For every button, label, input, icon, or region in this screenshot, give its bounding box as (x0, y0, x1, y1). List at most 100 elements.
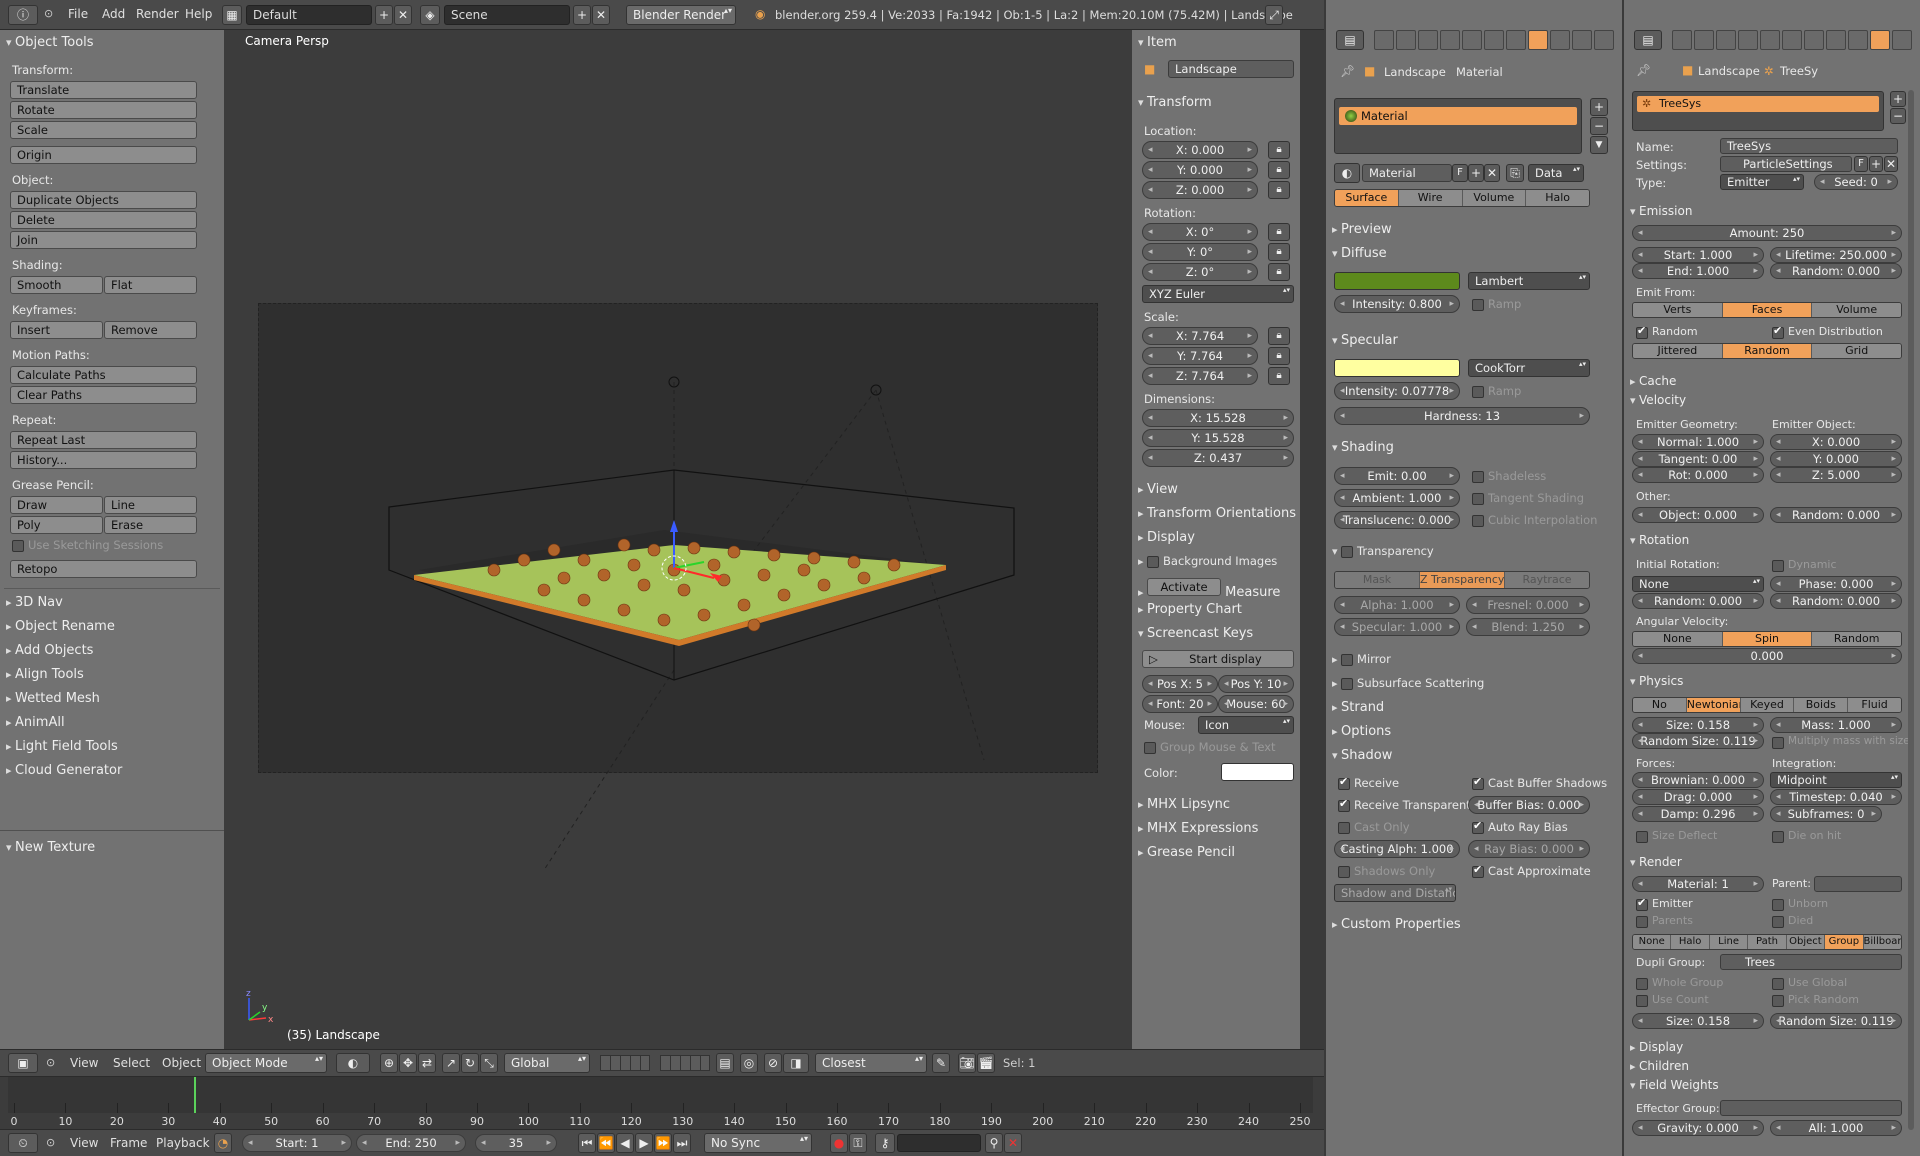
rotate-button[interactable]: Rotate (10, 101, 197, 119)
manipulator-toggle-icon[interactable]: ✥ (399, 1053, 417, 1073)
keying-icon[interactable]: ⚷ (875, 1133, 895, 1153)
size-deflect-checkbox[interactable]: Size Deflect (1636, 829, 1717, 843)
scale-manipulator-icon[interactable]: ⤡ (480, 1053, 498, 1073)
data-tab-icon[interactable] (1804, 30, 1824, 50)
unlink-settings-button[interactable]: ✕ (1884, 156, 1898, 172)
particle-system-list[interactable]: TreeSys ✲ (1632, 91, 1884, 131)
property-chart-panel[interactable]: Property Chart (1138, 602, 1242, 617)
pos-y-field[interactable]: Pos Y: 10 (1218, 675, 1294, 693)
tangent-velocity-field[interactable]: Tangent: 0.00 (1632, 451, 1764, 467)
diffuse-color-swatch[interactable] (1334, 272, 1460, 290)
emit-field[interactable]: Emit: 0.00 (1334, 467, 1460, 485)
object-velocity-y[interactable]: Y: 0.000 (1770, 451, 1902, 467)
editor-type-icon[interactable]: ▣ (8, 1053, 38, 1073)
draw-button[interactable]: Draw (10, 496, 103, 514)
tab-billboard[interactable]: Billboard (1863, 935, 1901, 949)
subframes-field[interactable]: Subframes: 0 (1770, 806, 1882, 822)
sync-mode-dropdown[interactable]: No Sync (704, 1133, 812, 1153)
cubic-interpolation-checkbox[interactable]: Cubic Interpolation (1472, 513, 1597, 527)
tab-group[interactable]: Group (1825, 935, 1864, 949)
measure-panel[interactable]: Activate Measure (1138, 578, 1280, 600)
random-size-field[interactable]: Random Size: 0.119 (1632, 733, 1764, 749)
lock-icon[interactable]: 🔒︎ (1268, 347, 1290, 365)
particles-tab-icon[interactable] (1870, 30, 1890, 50)
tangent-rotation-field[interactable]: Rot: 0.000 (1632, 467, 1764, 483)
auto-ray-bias-checkbox[interactable]: Auto Ray Bias (1472, 819, 1568, 834)
modifiers-tab-icon[interactable] (1484, 30, 1504, 50)
custom-properties-panel[interactable]: Custom Properties (1332, 917, 1461, 932)
receive-transparent-checkbox[interactable]: Receive Transparent (1338, 797, 1471, 812)
panel-add-objects[interactable]: Add Objects (6, 643, 93, 658)
editor-type-icon[interactable]: ⓘ (8, 5, 38, 25)
shading-header[interactable]: Shading (1332, 440, 1394, 455)
line-button[interactable]: Line (104, 496, 197, 514)
sss-panel[interactable]: Subsurface Scattering (1332, 676, 1484, 691)
poly-button[interactable]: Poly (10, 516, 103, 534)
particles-tab-icon[interactable] (1572, 30, 1592, 50)
tab-line[interactable]: Line (1709, 935, 1749, 949)
tab-fluid[interactable]: Fluid (1848, 698, 1901, 712)
color-swatch[interactable] (1221, 763, 1294, 781)
viewport-shading-icon[interactable]: ◐ (336, 1053, 370, 1073)
dimension-y[interactable]: Y: 15.528 (1142, 429, 1294, 447)
jump-end-icon[interactable]: ⏭ (673, 1133, 691, 1153)
record-icon[interactable]: ● (830, 1133, 848, 1153)
scale-z[interactable]: Z: 7.764 (1142, 367, 1258, 385)
mhx-lipsync-panel[interactable]: MHX Lipsync (1138, 797, 1230, 812)
tab-surface[interactable]: Surface (1335, 190, 1399, 206)
cache-panel[interactable]: Cache (1630, 374, 1676, 388)
tab-halo[interactable]: Halo (1671, 935, 1710, 949)
pin-icon[interactable]: 📌︎ (1340, 64, 1355, 78)
location-x[interactable]: X: 0.000 (1142, 141, 1258, 159)
pin-icon[interactable]: 📌︎ (1636, 63, 1651, 77)
whole-group-checkbox[interactable]: Whole Group (1636, 976, 1723, 990)
transparency-method-tabs[interactable]: Mask Z Transparency Raytrace (1334, 571, 1590, 589)
preview-range-icon[interactable]: ◔ (214, 1133, 232, 1153)
parents-checkbox[interactable]: Parents (1636, 914, 1693, 928)
field-weights-header[interactable]: Field Weights (1630, 1078, 1719, 1092)
physics-tab-icon[interactable] (1892, 30, 1912, 50)
lifetime-random-field[interactable]: Random: 0.000 (1770, 263, 1902, 279)
remove-system-button[interactable]: − (1890, 108, 1906, 124)
insert-key-icon[interactable]: ⚲ (985, 1133, 1003, 1153)
menu-frame[interactable]: Frame (110, 1136, 147, 1150)
use-global-checkbox[interactable]: Use Global (1772, 976, 1847, 990)
translucency-field[interactable]: Translucenc: 0.000 (1334, 511, 1460, 529)
velocity-random-field[interactable]: Random: 0.000 (1770, 507, 1902, 523)
lifetime-field[interactable]: Lifetime: 250.000 (1770, 247, 1902, 263)
receive-checkbox[interactable]: Receive (1338, 775, 1399, 790)
mass-field[interactable]: Mass: 1.000 (1770, 717, 1902, 733)
object-name-field[interactable]: Landscape (1168, 60, 1294, 78)
tab-raytrace[interactable]: Raytrace (1505, 572, 1589, 588)
transform-orientations-panel[interactable]: Transform Orientations (1138, 506, 1296, 521)
buffer-bias-field[interactable]: Buffer Bias: 0.000 (1468, 796, 1590, 814)
casting-alpha-field[interactable]: Casting Alph: 1.000 (1334, 840, 1460, 858)
die-on-hit-checkbox[interactable]: Die on hit (1772, 829, 1841, 843)
world-tab-icon[interactable] (1716, 30, 1736, 50)
shadow-header[interactable]: Shadow (1332, 748, 1392, 763)
tab-newtonian[interactable]: Newtonian (1686, 698, 1741, 712)
preview-panel[interactable]: Preview (1332, 222, 1392, 237)
cast-approximate-checkbox[interactable]: Cast Approximate (1472, 863, 1591, 878)
fake-user-button[interactable]: F (1452, 164, 1468, 182)
add-scene-button[interactable]: + (573, 5, 591, 25)
diffuse-intensity[interactable]: Intensity: 0.800 (1334, 295, 1460, 313)
children-panel[interactable]: Children (1630, 1059, 1689, 1073)
scale-y[interactable]: Y: 7.764 (1142, 347, 1258, 365)
particle-system-slot[interactable]: TreeSys (1637, 96, 1879, 112)
tab-spin[interactable]: Spin (1722, 632, 1813, 646)
remove-layout-button[interactable]: ✕ (394, 5, 412, 25)
align-rotation-icon[interactable]: ✎ (932, 1053, 950, 1073)
tab-path[interactable]: Path (1748, 935, 1787, 949)
grease-pencil-panel[interactable]: Grease Pencil (1138, 845, 1235, 860)
particle-name-field[interactable]: TreeSys (1720, 138, 1898, 154)
tab-keyed[interactable]: Keyed (1740, 698, 1795, 712)
physics-header[interactable]: Physics (1630, 674, 1683, 688)
random-checkbox[interactable]: Random (1636, 324, 1698, 339)
insert-keyframe-button[interactable]: Insert (10, 321, 103, 339)
proportional-edit-icon[interactable]: ◎ (740, 1053, 758, 1073)
retopo-button[interactable]: Retopo (10, 560, 197, 578)
specular-intensity[interactable]: Intensity: 0.07778 (1334, 382, 1460, 400)
new-settings-button[interactable]: + (1869, 156, 1883, 172)
strand-panel[interactable]: Strand (1332, 700, 1384, 715)
